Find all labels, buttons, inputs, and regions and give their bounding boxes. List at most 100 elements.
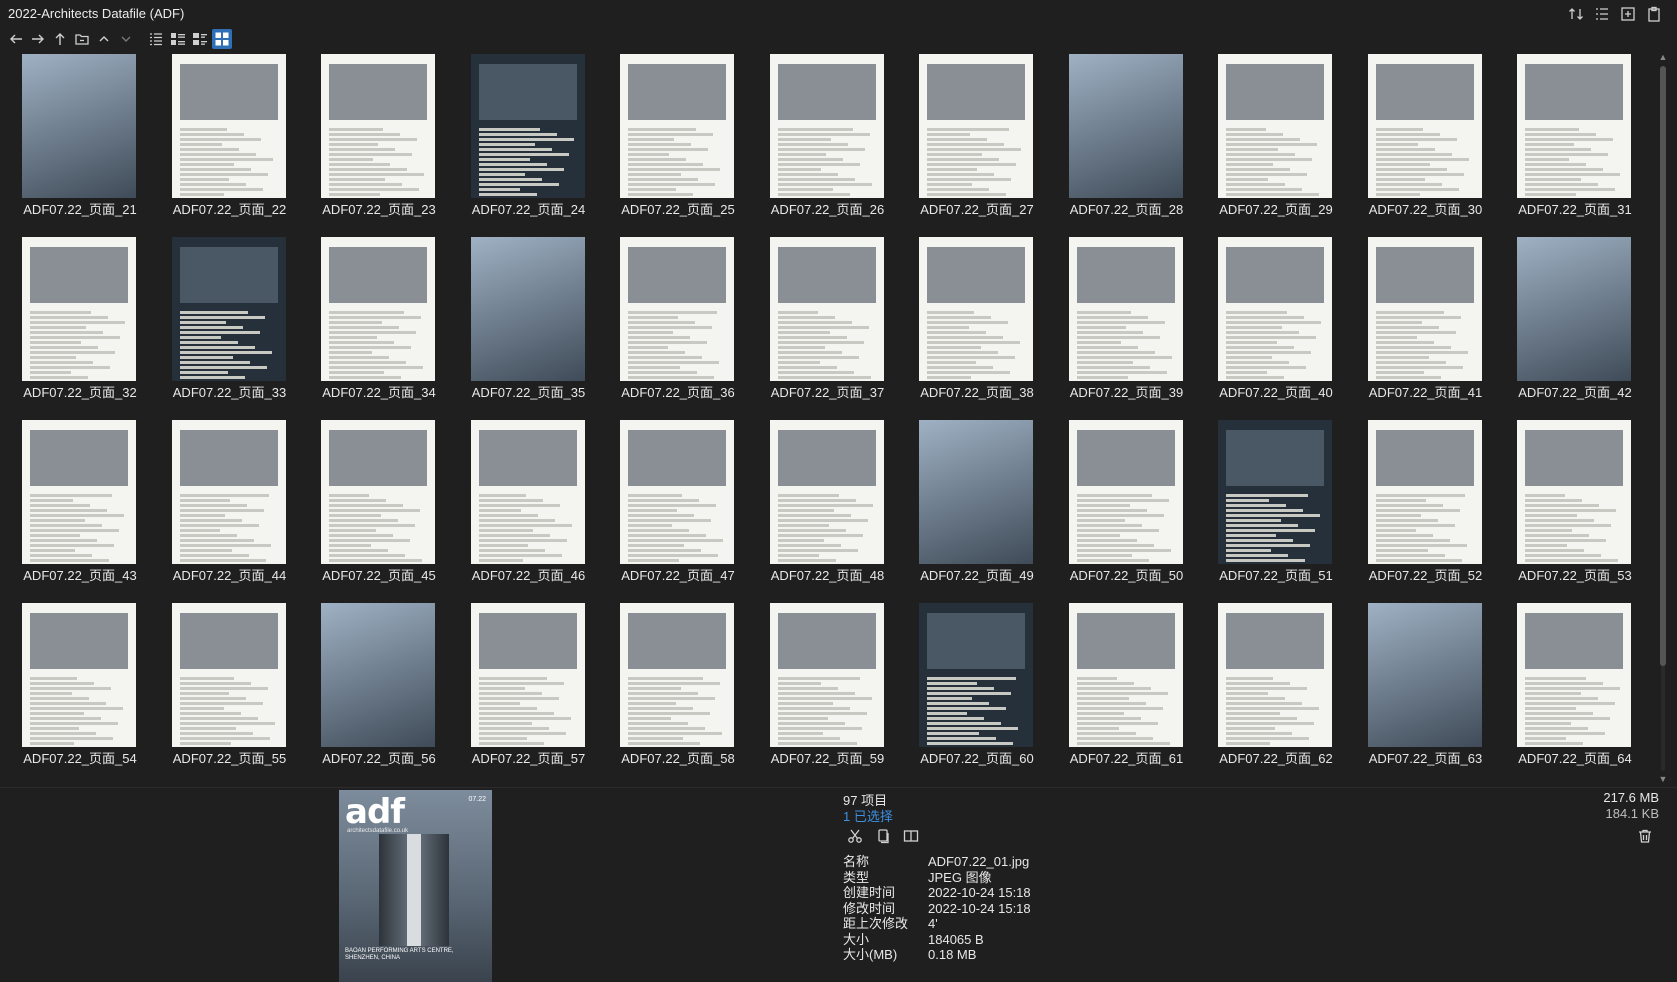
page-thumbnail-image[interactable]: [321, 237, 435, 381]
file-thumbnail[interactable]: ADF07.22_页面_37: [758, 235, 888, 413]
page-thumbnail-image[interactable]: [769, 420, 884, 564]
details-list-icon[interactable]: [1593, 5, 1611, 23]
file-thumbnail[interactable]: ADF07.22_页面_53: [1505, 418, 1635, 596]
file-thumbnail[interactable]: ADF07.22_页面_25: [608, 52, 738, 230]
scroll-thumb[interactable]: [1660, 66, 1666, 666]
page-thumbnail-image[interactable]: [321, 420, 435, 564]
chevron-up-icon[interactable]: [94, 29, 114, 49]
file-thumbnail[interactable]: ADF07.22_页面_40: [1206, 235, 1336, 413]
page-thumbnail-image[interactable]: [22, 54, 136, 198]
copy-icon[interactable]: [873, 826, 893, 846]
page-thumbnail-image[interactable]: [22, 237, 136, 381]
file-thumbnail[interactable]: ADF07.22_页面_38: [907, 235, 1037, 413]
page-thumbnail-image[interactable]: [1367, 420, 1482, 564]
file-thumbnail[interactable]: ADF07.22_页面_55: [160, 601, 290, 779]
page-thumbnail-image[interactable]: [22, 603, 136, 747]
vertical-scrollbar[interactable]: ▲ ▼: [1658, 52, 1668, 787]
page-thumbnail-image[interactable]: [171, 54, 286, 198]
trash-icon[interactable]: [1635, 826, 1655, 846]
file-thumbnail[interactable]: ADF07.22_页面_36: [608, 235, 738, 413]
file-thumbnail[interactable]: ADF07.22_页面_51: [1206, 418, 1336, 596]
file-thumbnail[interactable]: ADF07.22_页面_30: [1356, 52, 1486, 230]
page-thumbnail-image[interactable]: [919, 420, 1033, 564]
page-thumbnail-image[interactable]: [171, 603, 286, 747]
scissors-icon[interactable]: [845, 826, 865, 846]
details-view-icon[interactable]: [168, 29, 188, 49]
page-thumbnail-image[interactable]: [620, 420, 734, 564]
page-thumbnail-image[interactable]: [1068, 603, 1183, 747]
page-thumbnail-image[interactable]: [1517, 237, 1631, 381]
clipboard-icon[interactable]: [1645, 5, 1663, 23]
thumbnails-view-icon[interactable]: [212, 29, 232, 49]
file-thumbnail[interactable]: ADF07.22_页面_34: [309, 235, 439, 413]
file-thumbnail[interactable]: ADF07.22_页面_61: [1057, 601, 1187, 779]
page-thumbnail-image[interactable]: [769, 237, 884, 381]
page-thumbnail-image[interactable]: [470, 420, 585, 564]
page-thumbnail-image[interactable]: [1218, 603, 1332, 747]
page-thumbnail-image[interactable]: [1218, 54, 1332, 198]
selected-count[interactable]: 1 已选择: [843, 806, 893, 825]
page-thumbnail-image[interactable]: [1068, 420, 1183, 564]
file-thumbnail[interactable]: ADF07.22_页面_39: [1057, 235, 1187, 413]
up-arrow-icon[interactable]: [50, 29, 70, 49]
file-thumbnail[interactable]: ADF07.22_页面_23: [309, 52, 439, 230]
file-thumbnail[interactable]: ADF07.22_页面_28: [1057, 52, 1187, 230]
list-view-icon[interactable]: [146, 29, 166, 49]
file-thumbnail[interactable]: ADF07.22_页面_24: [459, 52, 589, 230]
file-thumbnail[interactable]: ADF07.22_页面_31: [1505, 52, 1635, 230]
page-thumbnail-image[interactable]: [22, 420, 136, 564]
compare-icon[interactable]: [901, 826, 921, 846]
page-thumbnail-image[interactable]: [321, 603, 435, 747]
file-thumbnail[interactable]: ADF07.22_页面_54: [10, 601, 140, 779]
folder-icon[interactable]: [72, 29, 92, 49]
file-thumbnail[interactable]: ADF07.22_页面_27: [907, 52, 1037, 230]
page-thumbnail-image[interactable]: [919, 54, 1033, 198]
file-thumbnail[interactable]: ADF07.22_页面_56: [309, 601, 439, 779]
file-thumbnail[interactable]: ADF07.22_页面_29: [1206, 52, 1336, 230]
page-thumbnail-image[interactable]: [1517, 603, 1631, 747]
forward-arrow-icon[interactable]: [28, 29, 48, 49]
page-thumbnail-image[interactable]: [620, 237, 734, 381]
page-thumbnail-image[interactable]: [919, 603, 1033, 747]
file-thumbnail[interactable]: ADF07.22_页面_33: [160, 235, 290, 413]
file-thumbnail[interactable]: ADF07.22_页面_42: [1505, 235, 1635, 413]
file-thumbnail[interactable]: ADF07.22_页面_63: [1356, 601, 1486, 779]
file-thumbnail[interactable]: ADF07.22_页面_64: [1505, 601, 1635, 779]
page-thumbnail-image[interactable]: [1068, 237, 1183, 381]
file-thumbnail[interactable]: ADF07.22_页面_22: [160, 52, 290, 230]
page-thumbnail-image[interactable]: [620, 603, 734, 747]
page-thumbnail-image[interactable]: [769, 603, 884, 747]
file-thumbnail[interactable]: ADF07.22_页面_60: [907, 601, 1037, 779]
file-thumbnail[interactable]: ADF07.22_页面_47: [608, 418, 738, 596]
file-thumbnail[interactable]: ADF07.22_页面_62: [1206, 601, 1336, 779]
file-thumbnail[interactable]: ADF07.22_页面_46: [459, 418, 589, 596]
page-thumbnail-image[interactable]: [171, 237, 286, 381]
new-tab-icon[interactable]: [1619, 5, 1637, 23]
page-thumbnail-image[interactable]: [470, 603, 585, 747]
sort-icon[interactable]: [1567, 5, 1585, 23]
page-thumbnail-image[interactable]: [769, 54, 884, 198]
file-thumbnail[interactable]: ADF07.22_页面_49: [907, 418, 1037, 596]
page-thumbnail-image[interactable]: [1367, 54, 1482, 198]
page-thumbnail-image[interactable]: [1218, 420, 1332, 564]
page-thumbnail-image[interactable]: [1517, 420, 1631, 564]
page-thumbnail-image[interactable]: [321, 54, 435, 198]
file-thumbnail[interactable]: ADF07.22_页面_32: [10, 235, 140, 413]
page-thumbnail-image[interactable]: [470, 237, 585, 381]
page-thumbnail-image[interactable]: [620, 54, 734, 198]
page-thumbnail-image[interactable]: [470, 54, 585, 198]
file-thumbnail[interactable]: ADF07.22_页面_21: [10, 52, 140, 230]
file-thumbnail[interactable]: ADF07.22_页面_52: [1356, 418, 1486, 596]
file-thumbnail[interactable]: ADF07.22_页面_26: [758, 52, 888, 230]
back-arrow-icon[interactable]: [6, 29, 26, 49]
file-thumbnail[interactable]: ADF07.22_页面_57: [459, 601, 589, 779]
file-thumbnail[interactable]: ADF07.22_页面_48: [758, 418, 888, 596]
page-thumbnail-image[interactable]: [1068, 54, 1183, 198]
file-thumbnail[interactable]: ADF07.22_页面_43: [10, 418, 140, 596]
page-thumbnail-image[interactable]: [1218, 237, 1332, 381]
page-thumbnail-image[interactable]: [171, 420, 286, 564]
file-thumbnail[interactable]: ADF07.22_页面_59: [758, 601, 888, 779]
scroll-down-arrow-icon[interactable]: ▼: [1658, 774, 1668, 784]
file-thumbnail[interactable]: ADF07.22_页面_50: [1057, 418, 1187, 596]
chevron-down-icon[interactable]: [116, 29, 136, 49]
